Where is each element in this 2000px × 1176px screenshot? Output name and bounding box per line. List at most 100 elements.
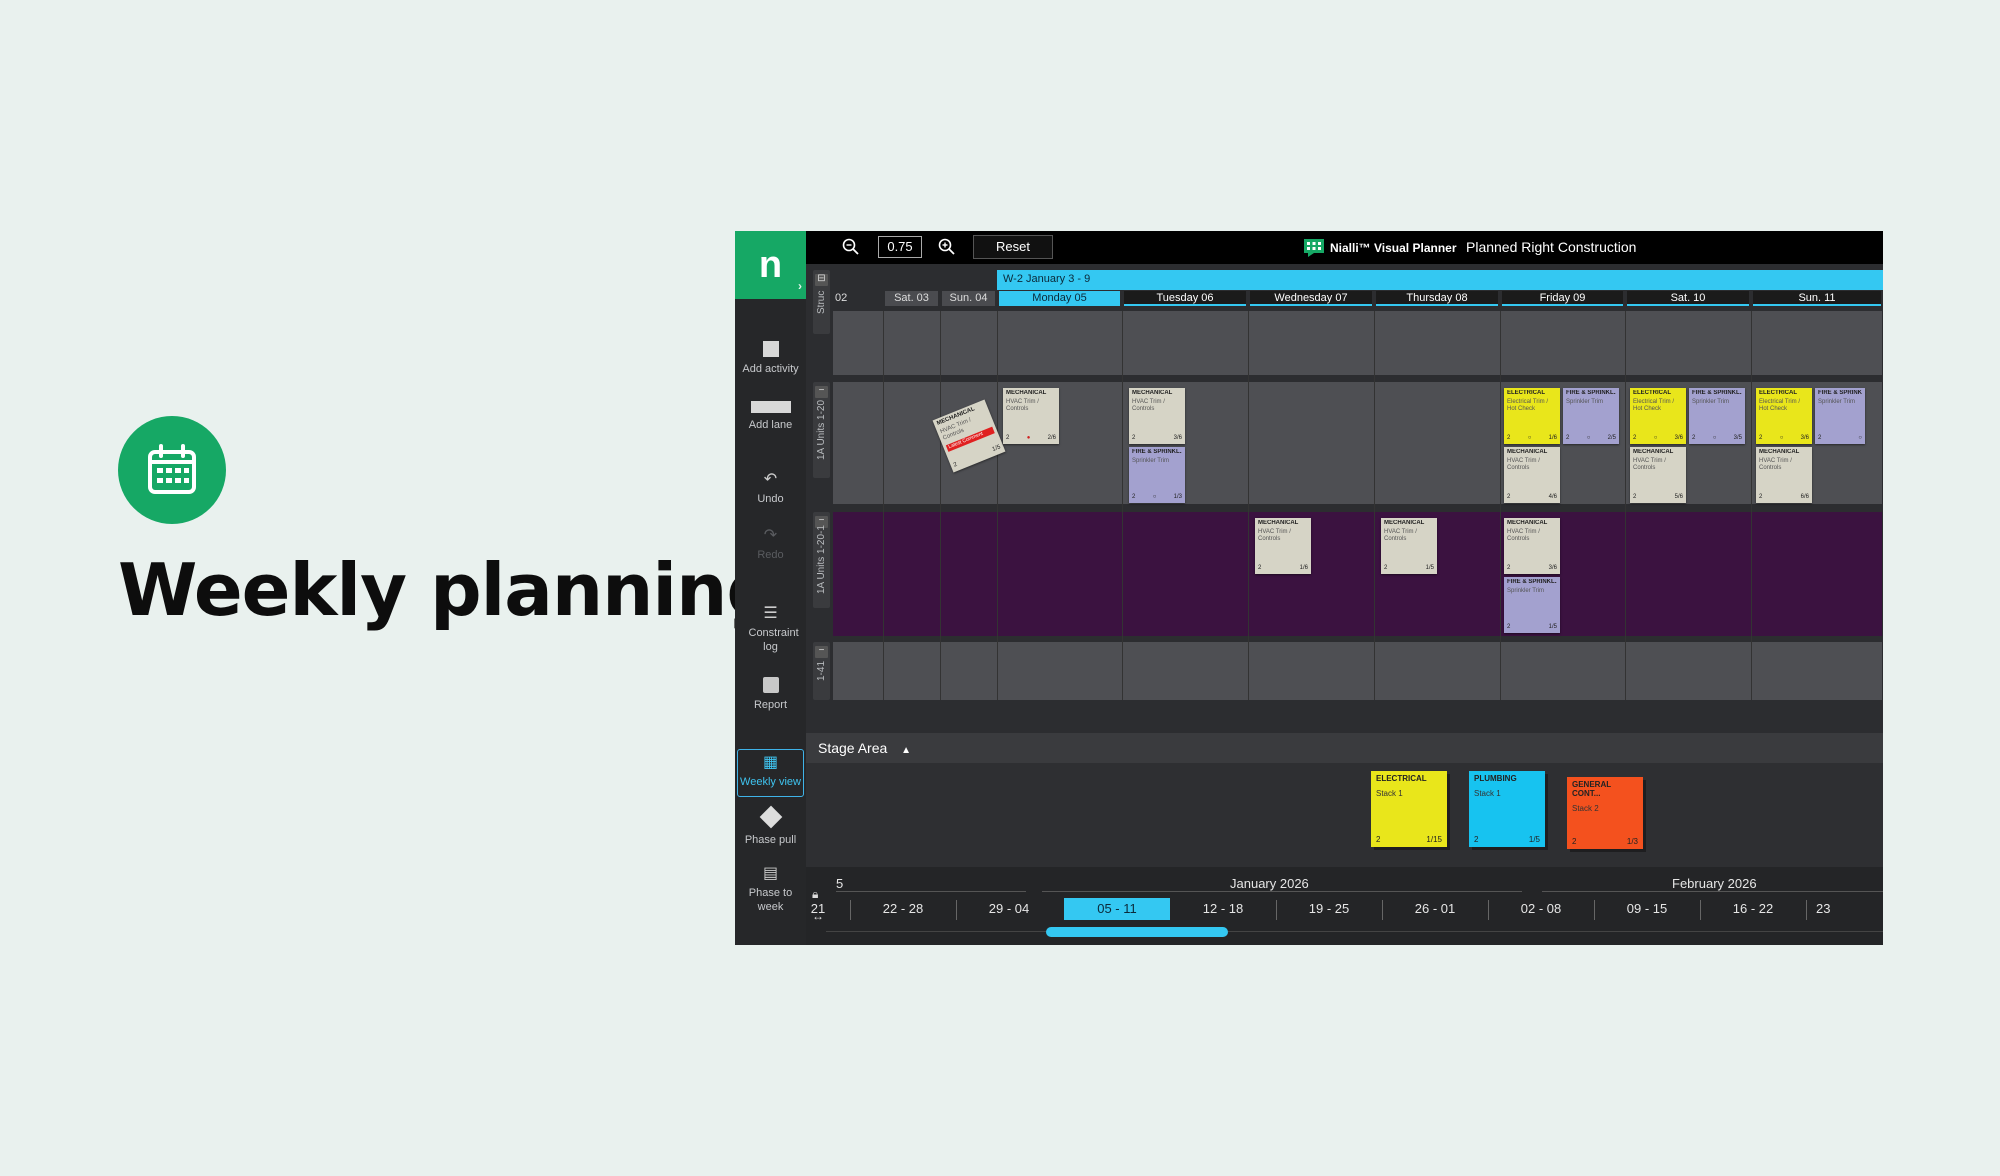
undo-label: Undo [757, 493, 784, 505]
week-tick[interactable]: 26 - 01 [1382, 901, 1488, 916]
lock-icon[interactable]: 🔒︎ [812, 887, 818, 902]
redo-button[interactable]: ↷ Redo [735, 528, 806, 562]
activity-card[interactable]: MECHANICAL HVAC Trim / Controls 2 1/5 [1381, 518, 1437, 574]
card-count: 3/6 [1548, 565, 1557, 571]
stage-stack-card[interactable]: PLUMBING Stack 1 2 1/5 [1469, 771, 1545, 847]
lane-strip-struc[interactable]: ⊟ Struc [813, 270, 830, 334]
column-divider [1122, 311, 1123, 700]
activity-card[interactable]: MECHANICAL HVAC Trim / Controls 2 ● 2/6 [1003, 388, 1059, 444]
month-line [1542, 891, 1883, 892]
column-divider [940, 311, 941, 700]
stage-stack-card[interactable]: GENERAL CONT... Stack 2 2 1/3 [1567, 777, 1643, 849]
day-header[interactable]: Sat. 03 [883, 270, 940, 308]
activity-card[interactable]: MECHANICAL HVAC Trim / Controls 2 5/6 [1630, 447, 1686, 503]
week-tick[interactable]: 16 - 22 [1700, 901, 1806, 916]
status-circle-icon: ○ [1712, 435, 1717, 441]
activity-card[interactable]: ELECTRICAL Electrical Trim / Hot Check 2… [1504, 388, 1560, 444]
add-activity-button[interactable]: Add activity [735, 341, 806, 376]
undo-button[interactable]: ↶ Undo [735, 471, 806, 506]
grid-icon: ▦ [762, 754, 779, 771]
card-title: FIRE & SPRINKL... [1692, 390, 1742, 396]
activity-card[interactable]: FIRE & SPRINKL... Sprinkler Trim 2 ○ 2/5 [1563, 388, 1619, 444]
activity-card[interactable]: MECHANICAL HVAC Trim / Controls 2 3/6 [1129, 388, 1185, 444]
app-logo[interactable]: n › [735, 231, 806, 299]
week-tick[interactable]: 02 - 08 [1488, 901, 1594, 916]
activity-card[interactable]: MECHANICAL HVAC Trim / Controls 2 6/6 [1756, 447, 1812, 503]
lane-strip-1-41[interactable]: − 1-41 [813, 642, 830, 700]
card-subtitle: Sprinkler Trim [1818, 399, 1856, 405]
add-lane-button[interactable]: Add lane [735, 401, 806, 432]
day-header[interactable]: Thursday 08 [1374, 270, 1500, 308]
card-title: FIRE & SPRINKL... [1507, 579, 1557, 585]
stack-title: ELECTRICAL [1376, 774, 1427, 783]
lane-strip-units-1-20[interactable]: − 1A Units 1-20 [813, 382, 830, 478]
activity-card[interactable]: MECHANICAL HVAC Trim / Controls 2 4/6 [1504, 447, 1560, 503]
weekly-view-button[interactable]: ▦ Weekly view [737, 749, 804, 797]
card-subtitle: Sprinkler Trim [1507, 588, 1545, 594]
timeline-scroll-track[interactable] [826, 931, 1883, 932]
list-icon: ☰ [763, 605, 778, 622]
activity-card[interactable]: FIRE & SPRINKL... Sprinkler Trim 2 ○ 3/5 [1689, 388, 1745, 444]
column-divider [1751, 311, 1752, 700]
day-header[interactable]: Sun. 11 [1751, 270, 1883, 308]
stack-crew: 2 [1474, 835, 1479, 844]
constraint-log-button[interactable]: ☰ Constraint log [735, 605, 806, 654]
week-tick[interactable]: 09 - 15 [1594, 901, 1700, 916]
stack-title: GENERAL CONT... [1572, 780, 1611, 798]
week-tick[interactable]: 29 - 04 [956, 901, 1062, 916]
week-tick[interactable]: 12 - 18 [1170, 901, 1276, 916]
top-toolbar: 0.75 Reset Nialli™ Visual Planner Planne… [806, 231, 1883, 264]
stack-count: 1/3 [1626, 837, 1638, 846]
day-header[interactable]: 02 [833, 270, 883, 308]
day-header[interactable]: Friday 09 [1500, 270, 1625, 308]
week-tick-selected[interactable]: 05 - 11 [1064, 898, 1170, 920]
undo-icon: ↶ [763, 471, 778, 488]
day-header[interactable]: Tuesday 06 [1122, 270, 1248, 308]
card-crew: 2 [952, 461, 959, 469]
expand-chevron-icon[interactable]: › [798, 279, 802, 293]
report-button[interactable]: Report [735, 677, 806, 712]
week-tick[interactable]: 19 - 25 [1276, 901, 1382, 916]
card-count: 3/6 [1800, 435, 1809, 441]
day-label: Monday 05 [999, 291, 1120, 306]
zoom-level-input[interactable]: 0.75 [878, 236, 922, 258]
zoom-out-icon[interactable] [842, 238, 860, 256]
activity-card[interactable]: MECHANICAL HVAC Trim / Controls 2 1/6 [1255, 518, 1311, 574]
day-header[interactable]: Monday 05 [997, 270, 1122, 308]
zoom-in-icon[interactable] [938, 238, 956, 256]
card-count: 1/5 [1548, 624, 1557, 630]
reset-button[interactable]: Reset [973, 235, 1053, 259]
stage-stack-card[interactable]: ELECTRICAL Stack 1 2 1/15 [1371, 771, 1447, 847]
day-header[interactable]: Wednesday 07 [1248, 270, 1374, 308]
day-header[interactable]: Sun. 04 [940, 270, 997, 308]
activity-card[interactable]: FIRE & SPRINKL... Sprinkler Trim 2 1/5 [1504, 577, 1560, 633]
collapse-caret-icon[interactable]: ▲ [901, 745, 911, 756]
lane-row-1-41[interactable] [833, 642, 1883, 700]
status-circle-icon: ○ [1858, 435, 1862, 441]
lane-strip-units-1-20-1[interactable]: − 1A Units 1-20-1 [813, 512, 830, 608]
activity-card[interactable]: FIRE & SPRINKL... Sprinkler Trim 2 ○ [1815, 388, 1865, 444]
card-crew: 2 [1132, 435, 1136, 441]
card-count: 3/6 [1173, 435, 1182, 441]
card-subtitle: Electrical Trim / Hot Check [1633, 399, 1675, 412]
card-subtitle: HVAC Trim / Controls [1633, 458, 1666, 471]
activity-card[interactable]: FIRE & SPRINKL... Sprinkler Trim 2 ○ 1/3 [1129, 447, 1185, 503]
week-tick[interactable]: 21 [786, 901, 850, 916]
lane-row-units-1-20-1[interactable] [833, 512, 1883, 636]
planner-app-window: n › Add activity Add lane ↶ Undo ↷ Redo ☰… [735, 231, 1883, 945]
column-divider [883, 311, 884, 700]
phase-pull-button[interactable]: Phase pull [735, 805, 806, 847]
card-subtitle: HVAC Trim / Controls [1006, 399, 1039, 412]
day-label: Sun. 04 [942, 291, 995, 306]
activity-card[interactable]: MECHANICAL HVAC Trim / Controls 2 3/6 [1504, 518, 1560, 574]
activity-card[interactable]: ELECTRICAL Electrical Trim / Hot Check 2… [1630, 388, 1686, 444]
activity-card[interactable]: ELECTRICAL Electrical Trim / Hot Check 2… [1756, 388, 1812, 444]
card-subtitle: Sprinkler Trim [1692, 399, 1730, 405]
week-tick[interactable]: 23 [1816, 901, 1876, 916]
stage-area-header[interactable]: Stage Area ▲ [806, 733, 1883, 763]
day-label: Friday 09 [1502, 291, 1623, 306]
lane-row-struc[interactable] [833, 311, 1883, 375]
week-tick[interactable]: 22 - 28 [850, 901, 956, 916]
timeline-scroll-thumb[interactable] [1046, 927, 1228, 937]
day-header[interactable]: Sat. 10 [1625, 270, 1751, 308]
